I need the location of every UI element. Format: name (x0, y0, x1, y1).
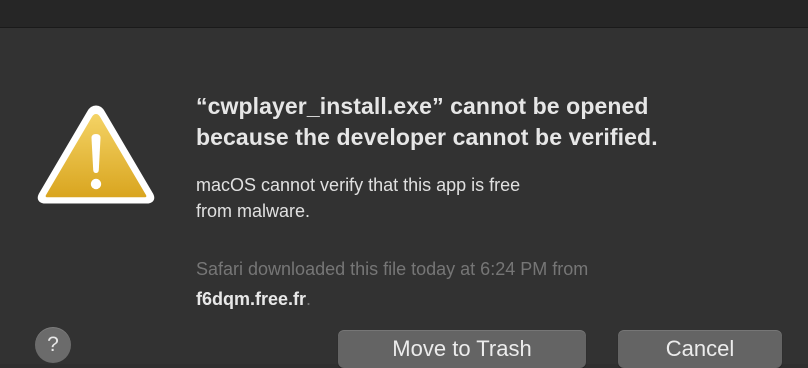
dialog-message: macOS cannot verify that this app is fre… (196, 172, 716, 224)
download-source-domain: f6dqm.free.fr (196, 289, 307, 309)
dialog-title: “cwplayer_install.exe” cannot be opened … (196, 91, 786, 153)
dialog-message-line: macOS cannot verify that this app is fre… (196, 175, 521, 195)
download-source-period: . (306, 289, 312, 309)
window-titlebar (0, 0, 808, 28)
dialog-title-line: “cwplayer_install.exe” cannot be opened (196, 93, 649, 119)
warning-triangle-icon (37, 105, 155, 204)
cancel-button[interactable]: Cancel (618, 330, 782, 368)
dialog-message-line: from malware. (196, 201, 311, 221)
dialog-title-line: because the developer cannot be verified… (196, 124, 658, 150)
move-to-trash-button[interactable]: Move to Trash (338, 330, 586, 368)
help-button[interactable]: ? (35, 327, 71, 363)
download-source-text: Safari downloaded this file today at 6:2… (196, 259, 589, 279)
security-alert-dialog: “cwplayer_install.exe” cannot be opened … (0, 28, 808, 368)
download-source-info: Safari downloaded this file today at 6:2… (196, 254, 786, 314)
